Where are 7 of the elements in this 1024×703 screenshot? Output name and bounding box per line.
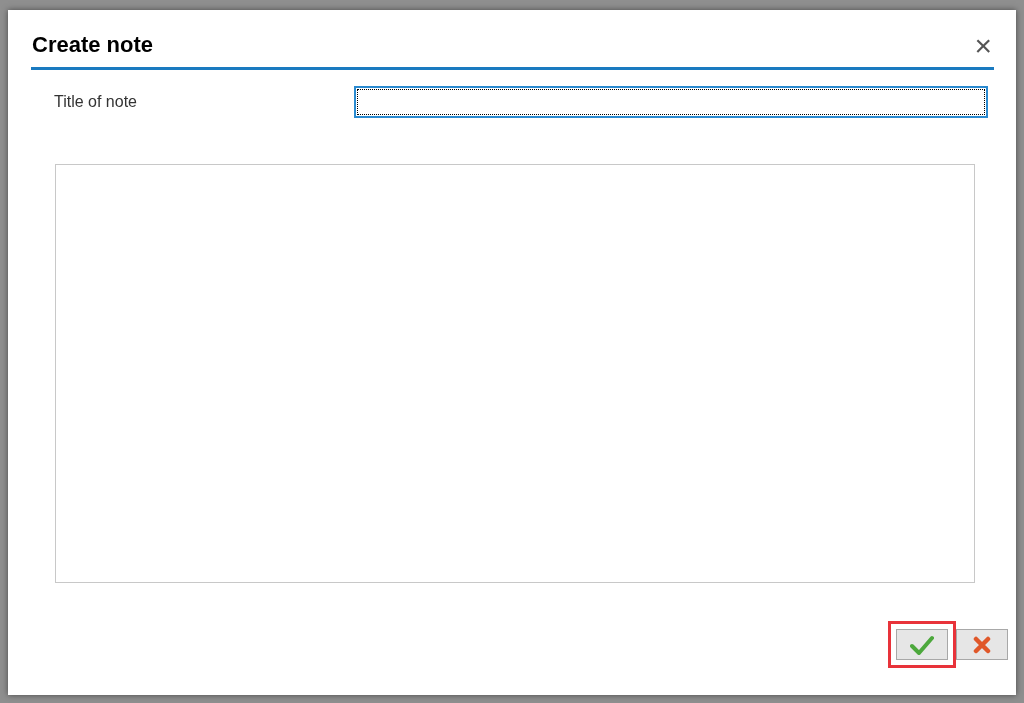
check-icon: [910, 634, 934, 655]
title-input-field[interactable]: [354, 86, 988, 118]
cancel-button[interactable]: [956, 629, 1008, 660]
close-button[interactable]: ×: [972, 30, 994, 61]
dialog-title: Create note: [32, 31, 154, 58]
cross-icon: [973, 635, 991, 654]
field-label: Title of note: [53, 93, 138, 111]
